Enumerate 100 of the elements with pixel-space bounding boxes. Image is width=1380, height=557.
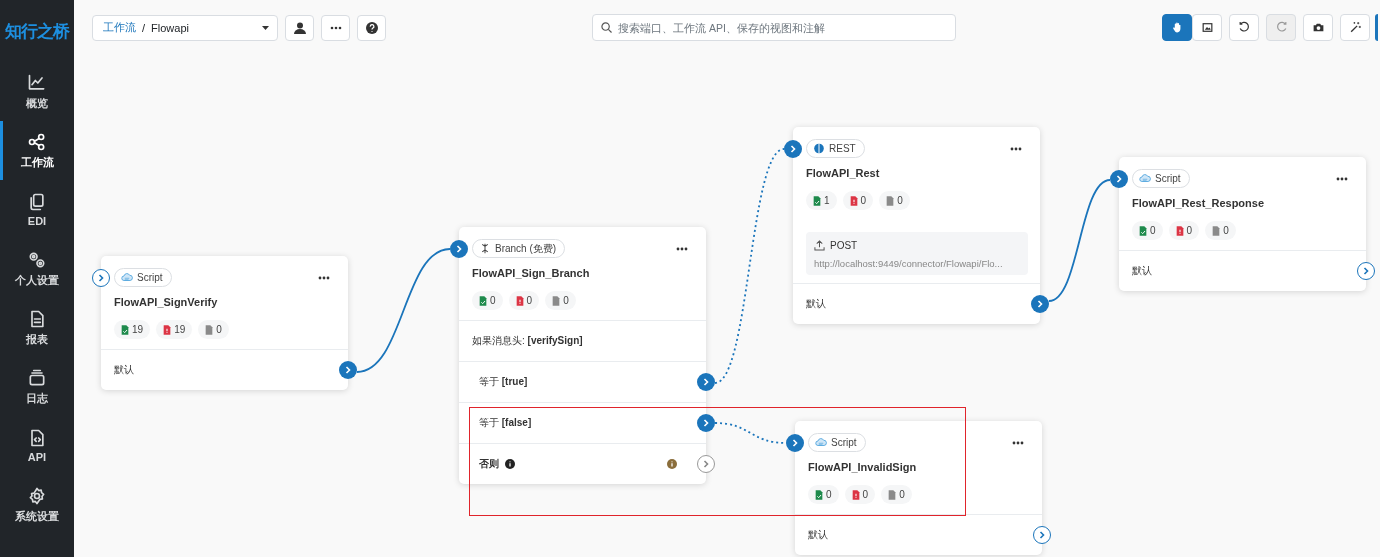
nav-item[interactable]: 个人设置: [0, 239, 71, 298]
count-badge: 0: [881, 485, 912, 504]
chevron-icon: [788, 144, 798, 154]
file-icon: [1212, 225, 1221, 236]
count-badge: 0: [808, 485, 839, 504]
count-badge: 0: [198, 320, 229, 339]
port-button[interactable]: [450, 240, 468, 258]
chevron-icon: [701, 459, 711, 469]
chevron-icon: [1361, 266, 1371, 276]
nav-item[interactable]: 日志: [0, 357, 71, 416]
port-button[interactable]: [784, 140, 802, 158]
type-badge: Branch (免费): [472, 239, 566, 258]
help-button[interactable]: [357, 14, 386, 41]
count-badge: 19: [114, 320, 151, 339]
file-icon: [851, 489, 860, 500]
breadcrumb-link[interactable]: 工作流: [103, 20, 136, 35]
search-field[interactable]: 搜索端口、工作流 API、保存的视图和注解: [592, 14, 956, 41]
file-icon: [1139, 225, 1147, 236]
node-title: FlowAPI_Sign_Branch: [472, 267, 591, 279]
count-badge: 0: [879, 191, 910, 210]
node-card[interactable]: [459, 227, 706, 484]
more-icon[interactable]: [1010, 146, 1022, 151]
method-label: POST: [830, 240, 858, 251]
info-icon: [667, 459, 677, 469]
wand-tool-button[interactable]: [1340, 14, 1370, 41]
frame-icon: [1200, 21, 1214, 34]
camera-tool-button[interactable]: [1303, 14, 1333, 41]
more-icon: [329, 25, 342, 30]
user-button[interactable]: [285, 14, 314, 41]
output-label: 等于 [true]: [479, 375, 528, 389]
output-label: 默认: [1132, 264, 1152, 278]
breadcrumb-dropdown[interactable]: 工作流 / Flowapi: [92, 14, 278, 41]
output-label: 等于 [false]: [479, 416, 532, 430]
globe-icon: [813, 143, 825, 154]
caret-icon: [262, 25, 269, 30]
stack-icon: [27, 367, 47, 388]
info-icon: [505, 459, 515, 469]
count-badge: 1: [806, 191, 837, 210]
node-title: FlowAPI_Rest_Response: [1132, 197, 1266, 209]
port-button[interactable]: [1031, 295, 1049, 313]
file-icon: [515, 295, 524, 306]
hand-tool-button[interactable]: [1162, 14, 1192, 41]
port-button[interactable]: [92, 269, 110, 287]
count-badge: 19: [156, 320, 193, 339]
copy-icon: [27, 192, 47, 212]
breadcrumb-separator: /: [142, 21, 146, 34]
chevron-icon: [1114, 174, 1124, 184]
node-title: FlowAPI_InvalidSign: [808, 461, 918, 473]
file-icon: [479, 295, 487, 306]
chevron-icon: [1035, 299, 1045, 309]
file-icon: [552, 295, 561, 306]
help-icon: [365, 21, 378, 34]
output-label: 默认: [806, 297, 826, 311]
wand-icon: [1348, 21, 1362, 34]
node-card[interactable]: [101, 256, 348, 390]
toolbar-button[interactable]: [1375, 14, 1378, 41]
count-badge: 0: [545, 291, 576, 310]
port-button[interactable]: [786, 434, 804, 452]
nav-item[interactable]: 概览: [0, 62, 71, 121]
more-icon[interactable]: [676, 246, 688, 251]
cloud-icon: [815, 437, 827, 448]
type-badge: Script: [114, 268, 172, 287]
nav-item[interactable]: EDI: [0, 180, 71, 239]
nav-item[interactable]: API: [0, 416, 71, 475]
more-icon[interactable]: [1336, 176, 1348, 181]
type-badge: Script: [1132, 169, 1190, 188]
file-icon: [163, 324, 172, 335]
redo-icon: [1274, 21, 1288, 34]
file-icon: [815, 489, 823, 500]
nav-item[interactable]: 系统设置: [0, 475, 71, 534]
camera-icon: [1311, 21, 1325, 34]
output-label: 默认: [114, 363, 134, 377]
chevron-icon: [701, 377, 711, 387]
nav-item[interactable]: 报表: [0, 298, 71, 357]
condition-text: 如果消息头: [verifySign]: [472, 334, 583, 348]
file-icon: [121, 324, 129, 335]
undo-tool-button[interactable]: [1229, 14, 1259, 41]
type-badge: Script: [808, 433, 866, 452]
more-icon[interactable]: [318, 275, 330, 280]
chevron-icon: [701, 418, 711, 428]
more-icon[interactable]: [1012, 440, 1024, 445]
logo: 知行之桥: [4, 20, 71, 43]
node-card[interactable]: [1119, 157, 1366, 291]
frame-tool-button[interactable]: [1192, 14, 1222, 41]
chevron-icon: [790, 438, 800, 448]
port-button[interactable]: [1110, 170, 1128, 188]
cloud-icon: [121, 272, 133, 283]
output-label: 否则: [479, 457, 499, 471]
user-icon: [293, 21, 306, 34]
output-label: 默认: [808, 528, 828, 542]
gear-icon: [27, 485, 47, 506]
nav-item[interactable]: 工作流: [0, 121, 71, 180]
cloud-icon: [1139, 173, 1151, 184]
node-title: FlowAPI_Rest: [806, 167, 881, 179]
port-button[interactable]: [697, 373, 715, 391]
port-button[interactable]: [697, 414, 715, 432]
chevron-icon: [1037, 530, 1047, 540]
port-button[interactable]: [339, 361, 357, 379]
chevron-icon: [343, 365, 353, 375]
node-card[interactable]: [795, 421, 1042, 555]
